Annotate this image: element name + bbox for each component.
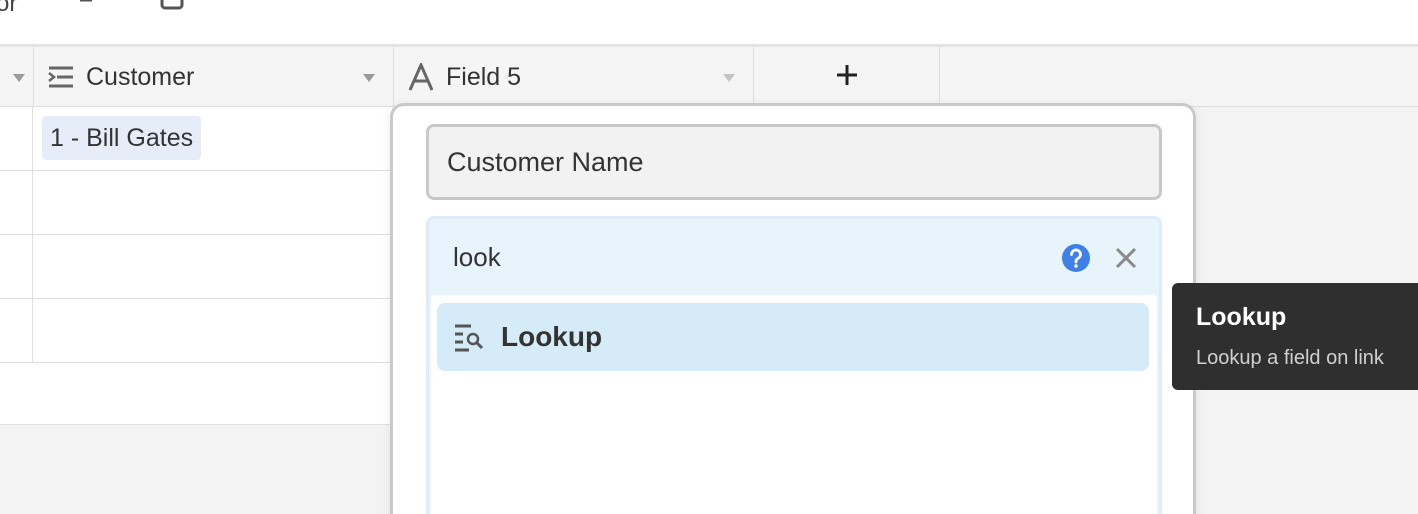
tooltip-title: Lookup [1196,303,1287,331]
table-row[interactable] [0,299,392,363]
text-field-icon [406,62,436,92]
primary-cell[interactable] [0,235,33,298]
customer-cell[interactable] [33,299,392,362]
field-config-popup: Lookup [390,103,1196,514]
column-label: Customer [86,62,195,91]
grid-header-row: Customer Field 5 [0,47,1418,107]
field-name-input[interactable] [426,124,1162,200]
sort-icon[interactable] [78,0,108,12]
primary-cell[interactable] [0,299,33,362]
customer-cell[interactable] [33,171,392,234]
field-type-tooltip: Lookup Lookup a field on link [1172,283,1418,390]
column-header-primary[interactable] [0,47,34,107]
field-type-option-lookup[interactable]: Lookup [437,303,1149,371]
add-row-area[interactable] [0,363,392,425]
view-toolbar: or [0,0,1418,44]
more-icon[interactable] [234,0,264,12]
share-view-icon[interactable] [160,0,186,12]
close-icon[interactable] [1115,247,1137,269]
column-header-customer[interactable]: Customer [34,47,394,107]
linked-record-chip[interactable]: 1 - Bill Gates [42,116,202,160]
add-field-button[interactable] [754,47,940,107]
field-type-results: Lookup [431,295,1157,514]
toolbar-partial-label[interactable]: or [0,0,17,18]
chevron-down-icon[interactable] [363,74,375,82]
field-type-search-input[interactable] [453,237,1013,277]
help-icon[interactable] [1061,243,1091,273]
add-field-icon [836,64,858,91]
chevron-down-icon[interactable] [723,74,735,82]
table-row[interactable] [0,171,392,235]
tooltip-description: Lookup a field on link [1196,347,1384,369]
link-field-icon [46,62,76,92]
grid-body: 1 - Bill Gates [0,107,392,425]
column-label: Field 5 [446,62,522,91]
customer-cell[interactable] [33,235,392,298]
primary-cell[interactable] [0,171,33,234]
field-type-option-label: Lookup [501,321,603,352]
caret-icon[interactable] [13,74,25,82]
field-type-search-row [429,219,1159,295]
column-header-field-5[interactable]: Field 5 [394,47,754,107]
field-type-panel: Lookup [426,216,1162,514]
table-row[interactable]: 1 - Bill Gates [0,107,392,171]
table-row[interactable] [0,235,392,299]
primary-cell[interactable] [0,107,33,170]
lookup-icon [453,321,485,353]
customer-cell[interactable]: 1 - Bill Gates [33,107,392,170]
